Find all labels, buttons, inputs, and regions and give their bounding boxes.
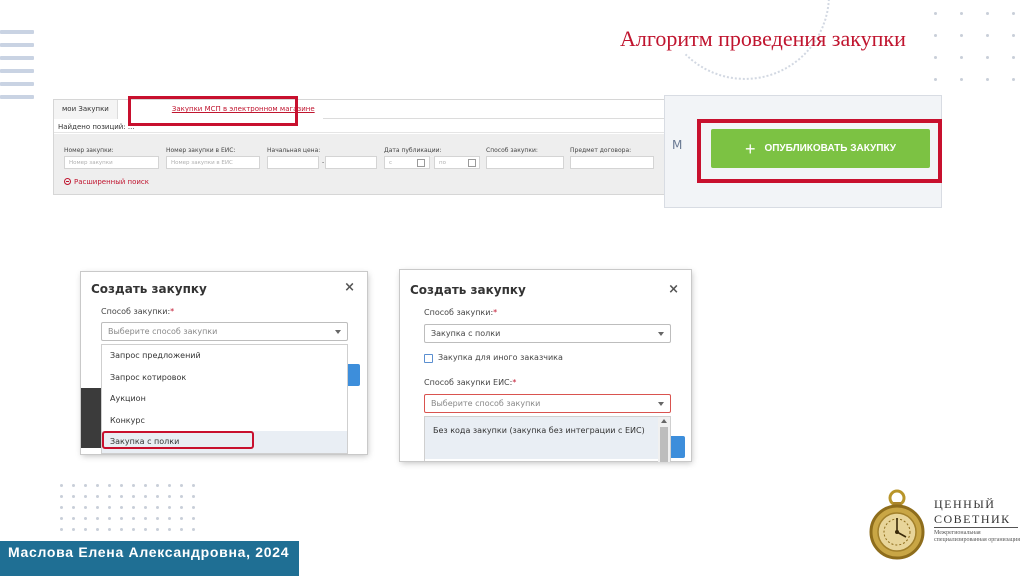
dialog-title: Создать закупку: [410, 283, 526, 297]
pocket-watch-logo-icon: [869, 489, 925, 560]
dialog-backdrop: [81, 388, 101, 448]
logo-text-line2: СОВЕТНИК: [934, 512, 1011, 526]
logo-subtitle: Межрегиональная специализированная орган…: [934, 530, 1020, 543]
highlight-frame-tab: [128, 96, 298, 126]
calendar-icon[interactable]: [417, 159, 425, 167]
advanced-search-link[interactable]: Расширенный поиск: [64, 178, 149, 186]
hidden-button-edge: [671, 436, 685, 458]
close-icon[interactable]: ×: [344, 280, 355, 295]
number-input[interactable]: Номер закупки: [64, 156, 159, 169]
highlight-frame-option: [102, 431, 254, 449]
price-to-input[interactable]: [325, 156, 377, 169]
price-separator: -: [322, 159, 325, 166]
method-label: Способ закупки:*: [101, 307, 175, 316]
dropdown-option[interactable]: Аукцион: [102, 388, 347, 410]
author-banner: Маслова Елена Александровна, 2024: [0, 541, 299, 576]
method-label: Способ закупки:*: [424, 308, 498, 317]
tab-my-purchases[interactable]: мои Закупки: [54, 99, 118, 119]
date-label: Дата публикации:: [384, 147, 442, 154]
other-customer-checkbox[interactable]: [424, 354, 433, 363]
eis-number-input[interactable]: Номер закупки в ЕИС: [166, 156, 260, 169]
eis-method-dropdown-list: Без кода закупки (закупка без интеграции…: [424, 416, 671, 462]
chevron-down-icon: [658, 332, 664, 336]
method-select[interactable]: Закупка с полки: [424, 324, 671, 343]
price-from-input[interactable]: [267, 156, 319, 169]
method-input[interactable]: [486, 156, 564, 169]
dropdown-option[interactable]: Запрос предложений: [102, 345, 347, 367]
calendar-icon[interactable]: [468, 159, 476, 167]
eis-number-label: Номер закупки в ЕИС:: [166, 147, 236, 154]
hidden-button-edge: [348, 364, 360, 386]
slide-title: Алгоритм проведения закупки: [620, 26, 906, 51]
logo-divider: [934, 527, 1018, 528]
eis-method-select[interactable]: Выберите способ закупки: [424, 394, 671, 413]
dropdown-option[interactable]: Конкурс: [102, 410, 347, 432]
dialog-title: Создать закупку: [91, 282, 207, 296]
decorative-lines: [0, 30, 34, 108]
scrollbar[interactable]: [658, 417, 670, 462]
dropdown-option[interactable]: Запрос котировок: [102, 367, 347, 389]
other-customer-label: Закупка для иного заказчика: [438, 353, 563, 362]
side-letter: М: [672, 138, 683, 152]
scroll-up-icon[interactable]: [661, 419, 667, 423]
close-icon[interactable]: ×: [668, 282, 679, 297]
subject-input[interactable]: [570, 156, 654, 169]
price-label: Начальная цена:: [267, 147, 321, 154]
scrollbar-thumb[interactable]: [660, 427, 668, 462]
method-label: Способ закупки:: [486, 147, 538, 154]
chevron-down-icon: [658, 402, 664, 406]
minus-circle-icon: [64, 178, 71, 185]
method-select[interactable]: Выберите способ закупки: [101, 322, 348, 341]
highlight-frame-publish: [697, 119, 942, 183]
number-label: Номер закупки:: [64, 147, 114, 154]
chevron-down-icon: [335, 330, 341, 334]
dropdown-option-selected[interactable]: Без кода закупки (закупка без интеграции…: [425, 417, 658, 459]
filter-fields: Номер закупки: Номер закупки Номер закуп…: [54, 134, 669, 194]
logo-text-line1: ЦЕННЫЙ: [934, 497, 996, 511]
eis-method-label: Способ закупки ЕИС:*: [424, 378, 517, 387]
subject-label: Предмет договора:: [570, 147, 632, 154]
